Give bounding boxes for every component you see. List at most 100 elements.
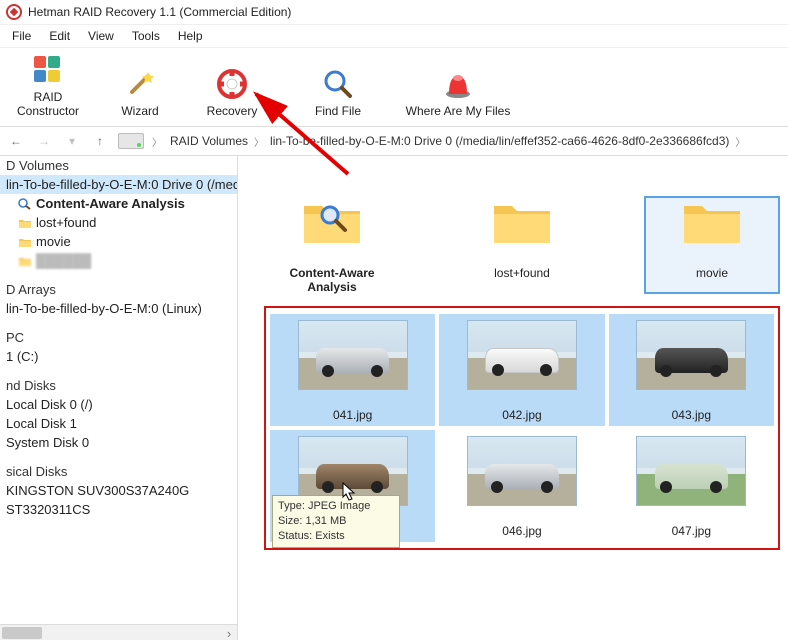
puzzle-icon xyxy=(32,54,64,86)
window-title: Hetman RAID Recovery 1.1 (Commercial Edi… xyxy=(28,5,291,19)
tool-wizard[interactable]: Wizard xyxy=(94,52,186,120)
tree-section-physical: sical Disks xyxy=(0,458,237,481)
folder-icon xyxy=(491,196,553,246)
file-tooltip: Type: JPEG Image Size: 1,31 MB Status: E… xyxy=(272,495,400,548)
chevron-icon: 〉 xyxy=(735,134,745,149)
toolbar: RAID Constructor Wizard Recovery Find Fi… xyxy=(0,48,788,127)
file-name: 042.jpg xyxy=(443,408,600,422)
tree-item-label: ██████ xyxy=(36,253,91,268)
tree-content-aware[interactable]: Content-Aware Analysis xyxy=(0,194,237,213)
nav-history-dropdown[interactable]: ▾ xyxy=(62,131,82,151)
file-item[interactable]: 041.jpg xyxy=(270,314,435,426)
tool-where-files[interactable]: Where Are My Files xyxy=(398,52,518,120)
tool-find-file[interactable]: Find File xyxy=(278,52,398,120)
tree-panel: D Volumes lin-To-be-filled-by-O-E-M:0 Dr… xyxy=(0,156,238,640)
addressbar: ← → ▾ ↑ 〉 RAID Volumes 〉 lin-To-be-fille… xyxy=(0,127,788,156)
file-thumbnail xyxy=(467,436,577,506)
scroll-thumb[interactable] xyxy=(2,627,42,639)
tree-section-nd-disks: nd Disks xyxy=(0,372,237,395)
tool-raid-constructor[interactable]: RAID Constructor xyxy=(2,52,94,120)
file-name: 046.jpg xyxy=(443,524,600,538)
file-name: 043.jpg xyxy=(613,408,770,422)
file-thumbnail xyxy=(298,320,408,390)
folder-movie[interactable]: movie xyxy=(644,196,780,294)
file-item[interactable]: 043.jpg xyxy=(609,314,774,426)
tooltip-line: Type: JPEG Image xyxy=(278,499,394,514)
chevron-icon: 〉 xyxy=(254,134,264,149)
tool-label: RAID Constructor xyxy=(6,90,90,118)
magnifier-icon xyxy=(322,68,354,100)
tree-section-volumes: D Volumes xyxy=(0,156,237,175)
breadcrumb-root[interactable]: RAID Volumes xyxy=(170,134,248,148)
tree-item-label: movie xyxy=(36,234,71,249)
magnifier-small-icon xyxy=(18,198,32,210)
tree-system0[interactable]: System Disk 0 xyxy=(0,433,237,452)
mouse-cursor-icon xyxy=(342,482,356,502)
tree-blurred[interactable]: ██████ xyxy=(0,251,237,270)
app-icon xyxy=(6,4,22,20)
file-grid: 041.jpg 042.jpg 043.jpg Type: JPEG Image… xyxy=(264,306,780,550)
file-name: 047.jpg xyxy=(613,524,770,538)
folder-label: lost+found xyxy=(454,266,590,280)
menu-help[interactable]: Help xyxy=(170,27,211,45)
tree-local0[interactable]: Local Disk 0 (/) xyxy=(0,395,237,414)
nav-back[interactable]: ← xyxy=(6,131,26,151)
menu-edit[interactable]: Edit xyxy=(41,27,78,45)
titlebar: Hetman RAID Recovery 1.1 (Commercial Edi… xyxy=(0,0,788,24)
file-item[interactable]: 046.jpg xyxy=(439,430,604,542)
tree-item-label: lost+found xyxy=(36,215,96,230)
menu-file[interactable]: File xyxy=(4,27,39,45)
nav-up[interactable]: ↑ xyxy=(90,131,110,151)
menu-tools[interactable]: Tools xyxy=(124,27,168,45)
breadcrumb[interactable]: RAID Volumes 〉 lin-To-be-filled-by-O-E-M… xyxy=(170,134,745,149)
folder-icon xyxy=(681,196,743,246)
folders-row: Content-Aware Analysis lost+found movie xyxy=(264,166,780,306)
tool-label: Recovery xyxy=(207,104,258,118)
file-thumbnail xyxy=(636,436,746,506)
folder-content-aware[interactable]: Content-Aware Analysis xyxy=(264,196,400,294)
scroll-right-icon[interactable]: › xyxy=(221,625,237,640)
drive-icon xyxy=(118,133,144,149)
magnifier-icon xyxy=(319,204,349,234)
tree-phys0[interactable]: KINGSTON SUV300S37A240G xyxy=(0,481,237,500)
horizontal-scrollbar[interactable]: ‹ › xyxy=(0,624,237,640)
tree-lostfound[interactable]: lost+found xyxy=(0,213,237,232)
nav-forward[interactable]: → xyxy=(34,131,54,151)
file-item[interactable]: 047.jpg xyxy=(609,430,774,542)
file-item[interactable]: 042.jpg xyxy=(439,314,604,426)
content-panel: Content-Aware Analysis lost+found movie … xyxy=(238,156,788,640)
folder-icon xyxy=(18,217,32,229)
folder-icon xyxy=(18,236,32,248)
file-item-current[interactable]: Type: JPEG Image Size: 1,31 MB Status: E… xyxy=(270,430,435,542)
chevron-icon: 〉 xyxy=(152,134,162,149)
folder-label: Content-Aware Analysis xyxy=(264,266,400,294)
file-thumbnail xyxy=(636,320,746,390)
tool-label: Find File xyxy=(315,104,361,118)
menubar: File Edit View Tools Help xyxy=(0,24,788,48)
tooltip-line: Size: 1,31 MB xyxy=(278,514,394,529)
alarm-icon xyxy=(442,68,474,100)
tree-drive[interactable]: lin-To-be-filled-by-O-E-M:0 Drive 0 (/me… xyxy=(0,175,237,194)
tree-pc-drive[interactable]: 1 (C:) xyxy=(0,347,237,366)
tree-movie[interactable]: movie xyxy=(0,232,237,251)
workspace: D Volumes lin-To-be-filled-by-O-E-M:0 Dr… xyxy=(0,156,788,640)
folder-lostfound[interactable]: lost+found xyxy=(454,196,590,294)
tree-item-label: Content-Aware Analysis xyxy=(36,196,185,211)
file-name: 041.jpg xyxy=(274,408,431,422)
tree-section-arrays: D Arrays xyxy=(0,276,237,299)
wand-icon xyxy=(124,68,156,100)
tree-section-pc: PC xyxy=(0,324,237,347)
tree-phys1[interactable]: ST3320311CS xyxy=(0,500,237,519)
tool-label: Where Are My Files xyxy=(406,104,511,118)
tree-array[interactable]: lin-To-be-filled-by-O-E-M:0 (Linux) xyxy=(0,299,237,318)
menu-view[interactable]: View xyxy=(80,27,122,45)
folder-icon xyxy=(18,255,32,267)
breadcrumb-path[interactable]: lin-To-be-filled-by-O-E-M:0 Drive 0 (/me… xyxy=(270,134,729,148)
tool-recovery[interactable]: Recovery xyxy=(186,52,278,120)
tooltip-line: Status: Exists xyxy=(278,529,394,544)
tree-local1[interactable]: Local Disk 1 xyxy=(0,414,237,433)
lifebuoy-icon xyxy=(216,68,248,100)
file-thumbnail xyxy=(467,320,577,390)
folder-label: movie xyxy=(644,266,780,280)
tool-label: Wizard xyxy=(121,104,158,118)
